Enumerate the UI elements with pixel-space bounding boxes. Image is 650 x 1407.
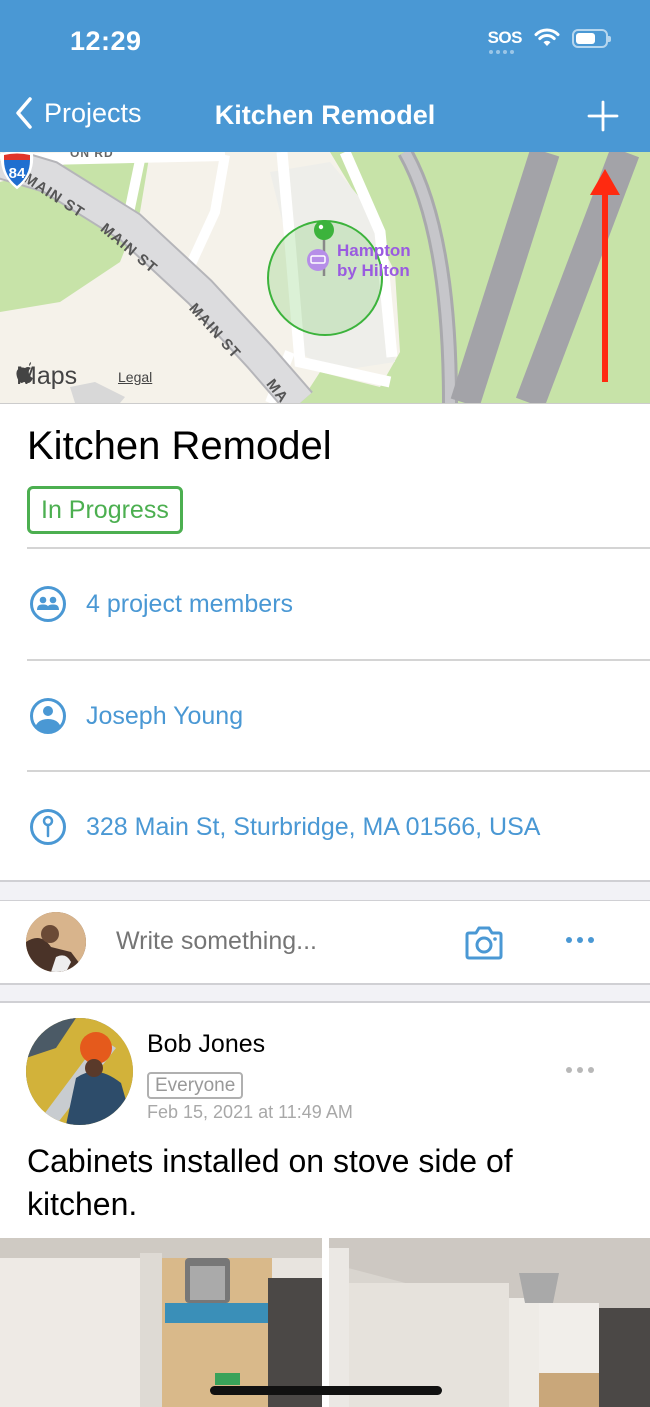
post-timestamp: Feb 15, 2021 at 11:49 AM [147,1102,353,1122]
back-button[interactable]: Projects [14,96,142,130]
project-members-row[interactable]: 4 project members [0,549,650,659]
more-icon[interactable] [566,937,594,943]
feed-post: Bob Jones Everyone Feb 15, 2021 at 11:49… [0,1003,650,1407]
poi-label[interactable]: Hampton by Hilton [337,241,411,281]
post-body: Cabinets installed on stove side of kitc… [27,1143,513,1222]
project-map[interactable]: ON RD MAIN ST MAIN ST MAIN ST MA Hampton… [0,152,650,403]
post-photo-2[interactable] [329,1238,650,1407]
camera-icon[interactable] [464,926,504,960]
status-time: 12:29 [70,26,142,56]
sos-indicator: SOS [487,28,523,54]
project-title: Kitchen Remodel [27,424,332,468]
interstate-shield-icon: 84 [0,152,34,190]
project-detail-screen: 12:29 SOS Projects Kitchen Remodel ON RD… [0,0,650,1407]
audience-badge: Everyone [147,1072,244,1099]
wifi-icon [534,28,560,46]
carrier-label: SOS [487,28,523,47]
apple-maps-logo: Maps [16,362,77,391]
status-badge[interactable]: In Progress [27,486,183,534]
write-something-input[interactable] [116,927,436,956]
project-owner-row[interactable]: Joseph Young [0,661,650,771]
highway-number: 84 [9,165,26,182]
map-canvas [0,152,650,403]
project-members-label: 4 project members [86,589,294,618]
legal-link[interactable]: Legal [118,369,152,385]
post-author-avatar[interactable] [26,1018,133,1125]
project-address-row[interactable]: 328 Main St, Sturbridge, MA 01566, USA [0,772,650,882]
post-composer [0,901,650,983]
section-separator [0,880,650,902]
project-owner-label: Joseph Young [86,701,244,730]
back-label: Projects [44,97,142,128]
navigation-header: 12:29 SOS Projects Kitchen Remodel [0,0,650,152]
post-photo-1[interactable] [0,1238,322,1407]
chevron-left-icon [16,97,32,129]
signal-dots-icon [488,50,514,54]
post-author-name[interactable]: Bob Jones [147,1030,265,1059]
project-details: Kitchen Remodel In Progress 4 project me… [0,403,650,845]
people-icon [30,586,66,622]
current-user-avatar [26,912,86,972]
poi-name-line2: by Hilton [337,261,410,280]
street-label: ON RD [70,152,114,160]
apple-logo-icon [16,362,33,383]
add-button[interactable] [586,99,620,133]
post-more-icon[interactable] [566,1067,594,1073]
battery-icon [572,28,611,48]
home-indicator[interactable] [210,1386,442,1395]
project-address-label: 328 Main St, Sturbridge, MA 01566, USA [86,812,541,841]
section-separator [0,983,650,1003]
status-icons: SOS [487,28,611,54]
poi-name-line1: Hampton [337,241,411,260]
location-pin-icon [30,809,66,845]
person-icon [30,698,66,734]
